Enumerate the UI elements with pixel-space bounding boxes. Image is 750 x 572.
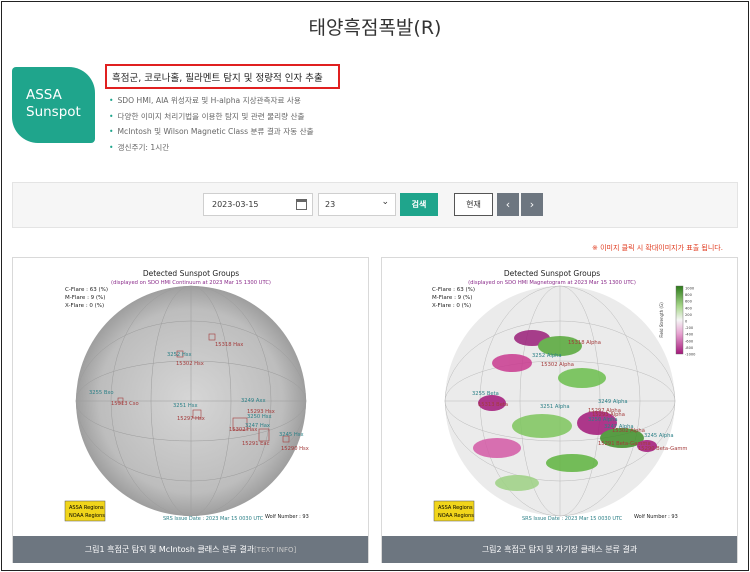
intro-bullet-text: 갱신주기: 1시간: [117, 143, 170, 153]
colorbar-tick-label: 800: [685, 293, 693, 297]
continuum-figure: Detected Sunspot Groups (displayed on SD…: [64, 269, 309, 522]
intro-bullet-text: 다양한 이미지 처리기법을 이용한 탐지 및 관련 물리량 산출: [117, 111, 305, 121]
spot-label: 15313 Beta: [478, 402, 508, 408]
spot-label: 3245 Hsx: [279, 432, 304, 438]
colorbar-tick-label: -600: [685, 339, 694, 343]
issue-date: SRS Issue Date : 2023 Mar 15 0030 UTC: [163, 516, 264, 522]
magnetogram-image[interactable]: Detected Sunspot Groups (displayed on SD…: [382, 258, 737, 536]
colorbar-tick-label: 400: [685, 306, 693, 310]
flare-m: M-Flare : 9 (%): [432, 295, 472, 301]
legend-noaa: NOAA Regions: [69, 513, 105, 519]
chevron-left-icon: ‹: [505, 198, 511, 211]
date-value: 2023-03-15: [212, 200, 259, 209]
intro-bullet: • SDO HMI, AIA 위성자료 및 H-alpha 지상관측자료 사용: [109, 95, 314, 111]
intro-bullet-text: McIntosh 및 Wilson Magnetic Class 분류 결과 자…: [117, 127, 314, 137]
field-colorbar: [675, 285, 684, 355]
spot-label: 3255 Bxo: [89, 390, 114, 396]
next-button[interactable]: ›: [521, 193, 543, 216]
colorbar-tick-label: -1000: [685, 353, 696, 357]
spot-label: 3255 Beta: [472, 391, 499, 397]
spot-label: 3250 Alpha: [588, 417, 618, 423]
intro-bullet-list: • SDO HMI, AIA 위성자료 및 H-alpha 지상관측자료 사용 •…: [109, 95, 314, 158]
calendar-icon[interactable]: [296, 199, 307, 210]
bullet-dot-icon: •: [109, 111, 114, 121]
issue-date: SRS Issue Date : 2023 Mar 15 0030 UTC: [522, 516, 623, 522]
figure-subtitle: (displayed on SDO HMI Magnetogram at 202…: [468, 280, 636, 286]
spot-label: 15297 Hsx: [177, 416, 205, 422]
figure-subtitle: (displayed on SDO HMI Continuum at 2023 …: [111, 280, 271, 286]
now-button[interactable]: 현재: [454, 193, 493, 216]
spot-label: 3252 Alpha: [532, 353, 562, 359]
colorbar-ticks: 1000 800 600 400 200 0 -200 -400 -600 -800 -1000: [685, 287, 696, 357]
flare-c: C-Flare : 63 (%): [65, 287, 108, 293]
flare-x: X-Flare : 0 (%): [65, 303, 104, 309]
flare-c: C-Flare : 63 (%): [432, 287, 475, 293]
spot-label: 15302 Alpha: [541, 362, 574, 368]
headline-highlight-box: 흑점군, 코로나홀, 필라멘트 탐지 및 정량적 인자 추출: [105, 64, 340, 89]
wolf-number: Wolf Number : 93: [265, 514, 309, 520]
spot-label: 3249 Alpha: [598, 399, 628, 405]
assa-sunspot-logo: ASSA Sunspot: [12, 67, 95, 143]
panel-caption: 그림1 흑점군 탐지 및 McIntosh 클래스 분류 결과[TEXT INF…: [13, 536, 368, 563]
bullet-dot-icon: •: [109, 127, 114, 137]
spot-label: 15318 Hax: [215, 342, 243, 348]
colorbar-tick-label: 600: [685, 300, 693, 304]
legend-assa: ASSA Regions: [69, 505, 104, 511]
legend-assa: ASSA Regions: [438, 505, 473, 511]
spot-label: 3251 Alpha: [540, 404, 570, 410]
colorbar-tick-label: 0: [685, 320, 688, 324]
colorbar-label: Field Strength (G): [659, 302, 664, 338]
intro-bullet: • 다양한 이미지 처리기법을 이용한 탐지 및 관련 물리량 산출: [109, 111, 314, 127]
flare-x: X-Flare : 0 (%): [432, 303, 471, 309]
colorbar-tick-label: -400: [685, 333, 694, 337]
colorbar-tick-label: -800: [685, 346, 694, 350]
spot-label: 15318 Alpha: [568, 340, 601, 346]
date-field[interactable]: 2023-03-15: [203, 193, 313, 216]
spot-label: 15290 Hsx: [281, 446, 309, 452]
image-click-notice: ※ 이미지 클릭 시 확대이미지가 표출 됩니다.: [592, 244, 723, 252]
spot-label: 3251 Hsx: [173, 403, 198, 409]
spot-label: 15313 Cso: [111, 401, 139, 407]
page-title: 태양흑점폭발(R): [308, 17, 442, 39]
spot-label: 15302 Hsx: [176, 361, 204, 367]
spot-label: 3245 Alpha: [644, 433, 674, 439]
intro-headline: 흑점군, 코로나홀, 필라멘트 탐지 및 정량적 인자 추출: [112, 73, 323, 84]
chevron-down-icon: ⌄: [381, 197, 389, 207]
caption-text: 그림2 흑점군 탐지 및 자기장 클래스 분류 결과: [481, 545, 638, 554]
text-info-link[interactable]: [TEXT INFO]: [254, 546, 296, 554]
panel-caption: 그림2 흑점군 탐지 및 자기장 클래스 분류 결과: [382, 536, 737, 563]
intro-bullet-text: SDO HMI, AIA 위성자료 및 H-alpha 지상관측자료 사용: [117, 96, 301, 105]
search-button[interactable]: 검색: [400, 193, 438, 216]
logo-line-2: Sunspot: [26, 104, 81, 120]
spot-label: 3249 Axx: [241, 398, 266, 404]
bullet-dot-icon: •: [109, 96, 114, 105]
colorbar-tick-label: 200: [685, 313, 693, 317]
magnetogram-figure: Detected Sunspot Groups (displayed on SD…: [432, 269, 696, 522]
hour-select[interactable]: 23 ⌄: [318, 193, 396, 216]
continuum-image[interactable]: Detected Sunspot Groups (displayed on SD…: [13, 258, 368, 536]
hour-value: 23: [325, 200, 336, 209]
legend-noaa: NOAA Regions: [438, 513, 474, 519]
bullet-dot-icon: •: [109, 143, 114, 153]
flare-m: M-Flare : 9 (%): [65, 295, 105, 301]
sunspot-magnetogram-panel[interactable]: Detected Sunspot Groups (displayed on SD…: [381, 257, 738, 563]
intro-bullet: • McIntosh 및 Wilson Magnetic Class 분류 결과 …: [109, 126, 314, 142]
wolf-number: Wolf Number : 93: [634, 514, 678, 520]
figure-title: Detected Sunspot Groups: [504, 269, 600, 278]
sunspot-continuum-panel[interactable]: Detected Sunspot Groups (displayed on SD…: [12, 257, 369, 563]
chevron-right-icon: ›: [529, 198, 535, 211]
spot-label: 15290 Beta-Gamm: [638, 446, 687, 452]
caption-text: 그림1 흑점군 탐지 및 McIntosh 클래스 분류 결과: [84, 545, 255, 554]
figure-title: Detected Sunspot Groups: [143, 269, 239, 278]
colorbar-tick-label: 1000: [685, 287, 695, 291]
spot-label: 15291 Eac: [242, 441, 270, 447]
spot-label: 3250 Hsx: [247, 414, 272, 420]
colorbar-tick-label: -200: [685, 326, 694, 330]
intro-bullet: • 갱신주기: 1시간: [109, 142, 314, 158]
spot-label: 15302 Hax: [229, 427, 257, 433]
logo-line-1: ASSA: [26, 87, 62, 103]
spot-label: 15302 Alpha: [612, 428, 645, 434]
spot-label: 3252 Hsx: [167, 352, 192, 358]
prev-button[interactable]: ‹: [497, 193, 519, 216]
